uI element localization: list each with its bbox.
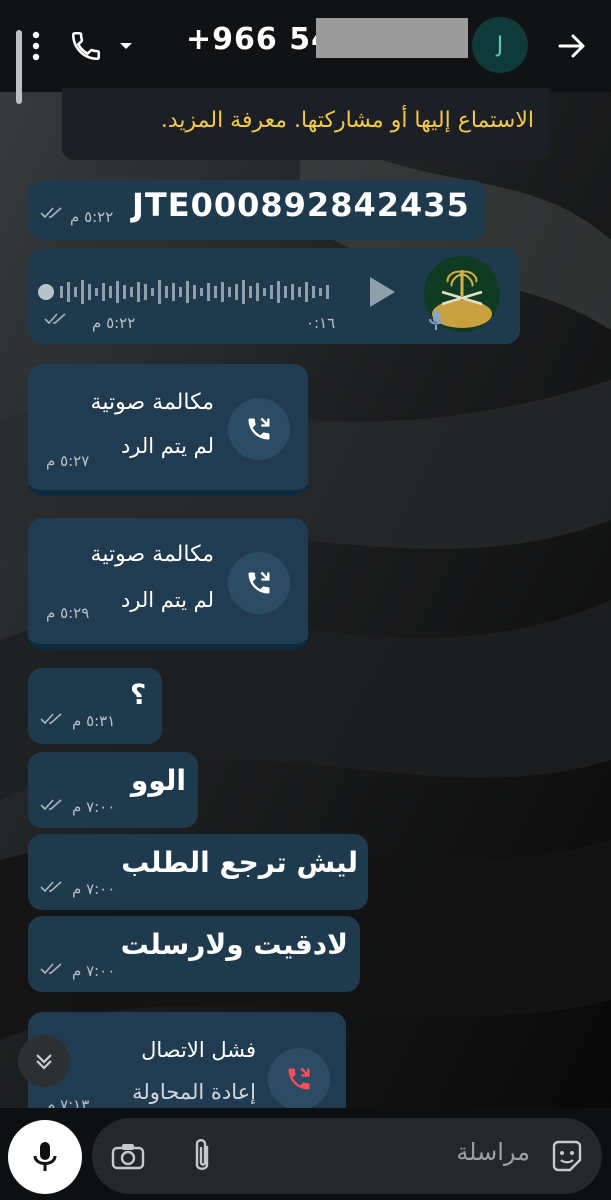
message-time: ٥:٣١ م [72, 712, 116, 730]
read-receipt-icon [40, 206, 66, 224]
call-title: مكالمة صوتية [90, 542, 214, 567]
tracking-number-text: JTE000892842435 [132, 186, 470, 224]
scroll-down-button[interactable] [18, 1035, 70, 1087]
message-time: ٥:٢٧ م [46, 452, 90, 470]
attach-icon[interactable] [182, 1134, 222, 1178]
voice-call-icon[interactable] [64, 24, 108, 68]
message-text: ليش ترجع الطلب [121, 846, 358, 879]
read-receipt-icon [40, 712, 66, 730]
message-text: لادقيت ولارسلت [120, 928, 348, 961]
play-icon[interactable] [362, 272, 402, 312]
voice-waveform[interactable] [36, 274, 336, 310]
retry-link[interactable]: إعادة المحاولة [100, 1080, 256, 1104]
call-status: لم يتم الرد [120, 588, 214, 612]
call-back-button[interactable] [228, 398, 290, 460]
sticker-icon[interactable] [546, 1136, 588, 1178]
failed-call-icon[interactable] [268, 1048, 330, 1110]
camera-icon[interactable] [108, 1136, 148, 1176]
redacted-number [316, 18, 468, 58]
voice-mic-icon [426, 306, 446, 334]
scrollbar[interactable] [16, 30, 22, 104]
encryption-notice-text: الاستماع إليها أو مشاركتها. معرفة المزيد… [160, 108, 534, 133]
call-back-button[interactable] [228, 552, 290, 614]
message-text: ؟ [130, 678, 147, 711]
call-status: لم يتم الرد [120, 434, 214, 458]
read-receipt-icon [40, 880, 66, 898]
mic-button[interactable] [8, 1120, 82, 1194]
message-time: ٧:٠٠ م [72, 798, 116, 816]
message-text: الوو [130, 764, 186, 797]
back-arrow-icon[interactable] [552, 26, 592, 66]
read-receipt-icon [40, 962, 66, 980]
read-receipt-icon [40, 798, 66, 816]
more-options-icon[interactable] [24, 26, 48, 66]
voice-duration: ٠:١٦ [306, 314, 336, 332]
message-time: ٥:٢٢ م [70, 208, 114, 226]
read-receipt-icon [44, 312, 70, 330]
failed-call-title: فشل الاتصال [141, 1038, 256, 1062]
message-time: ٥:٢٢ م [92, 314, 136, 332]
contact-phone-number[interactable]: +966 54 [186, 22, 333, 57]
message-time: ٧:٠٠ م [72, 962, 116, 980]
call-title: مكالمة صوتية [90, 390, 214, 415]
call-dropdown-icon[interactable] [114, 34, 138, 58]
message-time: ٧:٠٠ م [72, 880, 116, 898]
message-time: ٥:٢٩ م [46, 604, 90, 622]
contact-avatar[interactable]: J [472, 17, 528, 73]
message-input-placeholder: مراسلة [456, 1138, 530, 1166]
